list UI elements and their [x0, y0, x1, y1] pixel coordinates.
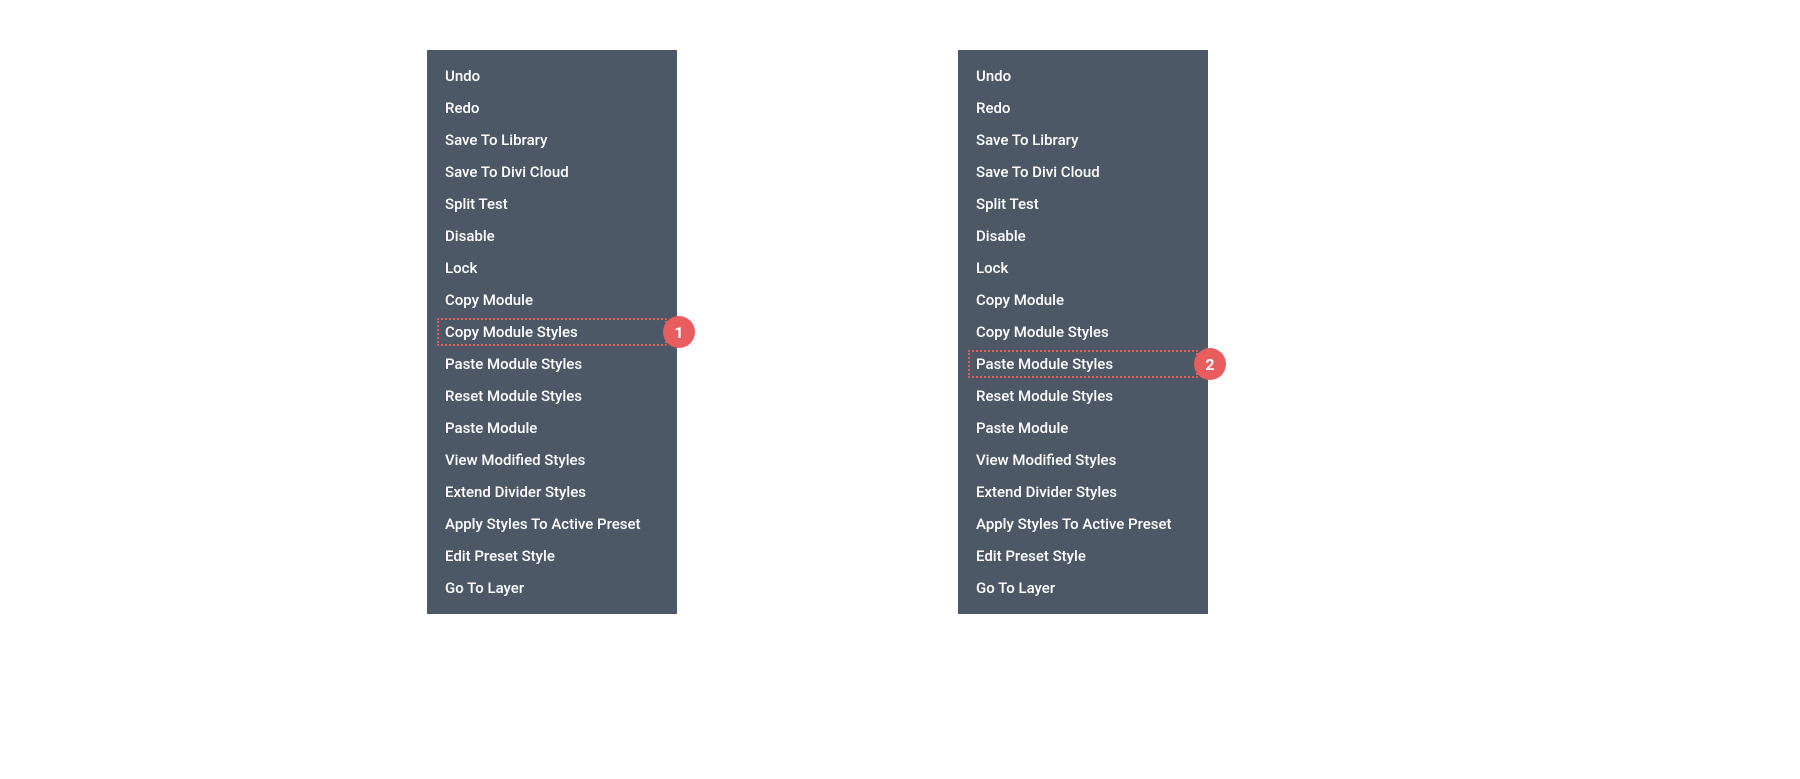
menu-item-label: Reset Module Styles — [445, 387, 582, 405]
menu-item-split-test[interactable]: Split Test — [427, 188, 677, 220]
menu-item-label: Paste Module Styles — [976, 355, 1113, 373]
menu-item-label: Redo — [976, 99, 1010, 117]
menu-item-label: Copy Module Styles — [445, 323, 578, 341]
menu-item-label: Edit Preset Style — [976, 547, 1086, 565]
menu-item-label: Undo — [445, 67, 480, 85]
menu-item-label: Copy Module — [976, 291, 1064, 309]
annotation-badge: 2 — [1194, 348, 1226, 380]
menu-item-label: View Modified Styles — [445, 451, 585, 469]
menu-item-go-to-layer[interactable]: Go To Layer — [427, 572, 677, 604]
menu-item-label: Reset Module Styles — [976, 387, 1113, 405]
menu-item-label: Extend Divider Styles — [445, 483, 586, 501]
menu-item-paste-module[interactable]: Paste Module — [427, 412, 677, 444]
menu-item-label: Go To Layer — [976, 579, 1055, 597]
menu-item-reset-module-styles[interactable]: Reset Module Styles — [427, 380, 677, 412]
menu-item-label: Save To Library — [976, 131, 1078, 149]
menu-item-paste-module-styles[interactable]: Paste Module Styles 2 — [958, 348, 1208, 380]
context-menu-right: Undo Redo Save To Library Save To Divi C… — [958, 50, 1208, 614]
badge-number: 1 — [674, 323, 683, 342]
context-menu-left: Undo Redo Save To Library Save To Divi C… — [427, 50, 677, 614]
annotation-badge: 1 — [663, 316, 695, 348]
menu-item-label: View Modified Styles — [976, 451, 1116, 469]
menu-item-paste-module-styles[interactable]: Paste Module Styles — [427, 348, 677, 380]
menu-item-lock[interactable]: Lock — [958, 252, 1208, 284]
menu-item-label: Apply Styles To Active Preset — [976, 515, 1172, 533]
menu-item-extend-divider-styles[interactable]: Extend Divider Styles — [958, 476, 1208, 508]
menu-item-copy-module-styles[interactable]: Copy Module Styles 1 — [427, 316, 677, 348]
menu-item-label: Disable — [445, 227, 495, 245]
menu-item-label: Apply Styles To Active Preset — [445, 515, 641, 533]
menu-item-view-modified-styles[interactable]: View Modified Styles — [427, 444, 677, 476]
menu-item-copy-module[interactable]: Copy Module — [958, 284, 1208, 316]
menu-item-copy-module[interactable]: Copy Module — [427, 284, 677, 316]
menu-item-reset-module-styles[interactable]: Reset Module Styles — [958, 380, 1208, 412]
menu-item-label: Undo — [976, 67, 1011, 85]
menu-item-copy-module-styles[interactable]: Copy Module Styles — [958, 316, 1208, 348]
menu-item-label: Copy Module — [445, 291, 533, 309]
menu-item-label: Redo — [445, 99, 479, 117]
menu-item-redo[interactable]: Redo — [958, 92, 1208, 124]
menu-item-label: Copy Module Styles — [976, 323, 1109, 341]
menu-item-apply-styles-to-active-preset[interactable]: Apply Styles To Active Preset — [958, 508, 1208, 540]
menu-item-label: Extend Divider Styles — [976, 483, 1117, 501]
menu-item-edit-preset-style[interactable]: Edit Preset Style — [958, 540, 1208, 572]
menu-item-label: Paste Module — [445, 419, 537, 437]
menu-item-lock[interactable]: Lock — [427, 252, 677, 284]
menu-item-label: Disable — [976, 227, 1026, 245]
menu-item-redo[interactable]: Redo — [427, 92, 677, 124]
menu-item-disable[interactable]: Disable — [427, 220, 677, 252]
menu-item-view-modified-styles[interactable]: View Modified Styles — [958, 444, 1208, 476]
menu-item-label: Paste Module — [976, 419, 1068, 437]
menu-item-paste-module[interactable]: Paste Module — [958, 412, 1208, 444]
menu-item-label: Edit Preset Style — [445, 547, 555, 565]
menu-item-label: Go To Layer — [445, 579, 524, 597]
menu-item-save-to-divi-cloud[interactable]: Save To Divi Cloud — [427, 156, 677, 188]
menu-item-label: Split Test — [445, 195, 508, 213]
menu-item-label: Lock — [445, 259, 477, 277]
menu-item-extend-divider-styles[interactable]: Extend Divider Styles — [427, 476, 677, 508]
menu-item-go-to-layer[interactable]: Go To Layer — [958, 572, 1208, 604]
menu-item-save-to-library[interactable]: Save To Library — [427, 124, 677, 156]
menu-item-split-test[interactable]: Split Test — [958, 188, 1208, 220]
menu-item-label: Lock — [976, 259, 1008, 277]
badge-number: 2 — [1205, 355, 1214, 374]
menu-item-edit-preset-style[interactable]: Edit Preset Style — [427, 540, 677, 572]
menu-item-apply-styles-to-active-preset[interactable]: Apply Styles To Active Preset — [427, 508, 677, 540]
menu-item-label: Save To Library — [445, 131, 547, 149]
menu-item-undo[interactable]: Undo — [958, 60, 1208, 92]
menu-item-undo[interactable]: Undo — [427, 60, 677, 92]
menu-item-label: Paste Module Styles — [445, 355, 582, 373]
menu-item-label: Save To Divi Cloud — [445, 163, 569, 181]
menu-item-label: Save To Divi Cloud — [976, 163, 1100, 181]
menu-item-save-to-library[interactable]: Save To Library — [958, 124, 1208, 156]
menu-item-label: Split Test — [976, 195, 1039, 213]
menu-item-disable[interactable]: Disable — [958, 220, 1208, 252]
menu-item-save-to-divi-cloud[interactable]: Save To Divi Cloud — [958, 156, 1208, 188]
